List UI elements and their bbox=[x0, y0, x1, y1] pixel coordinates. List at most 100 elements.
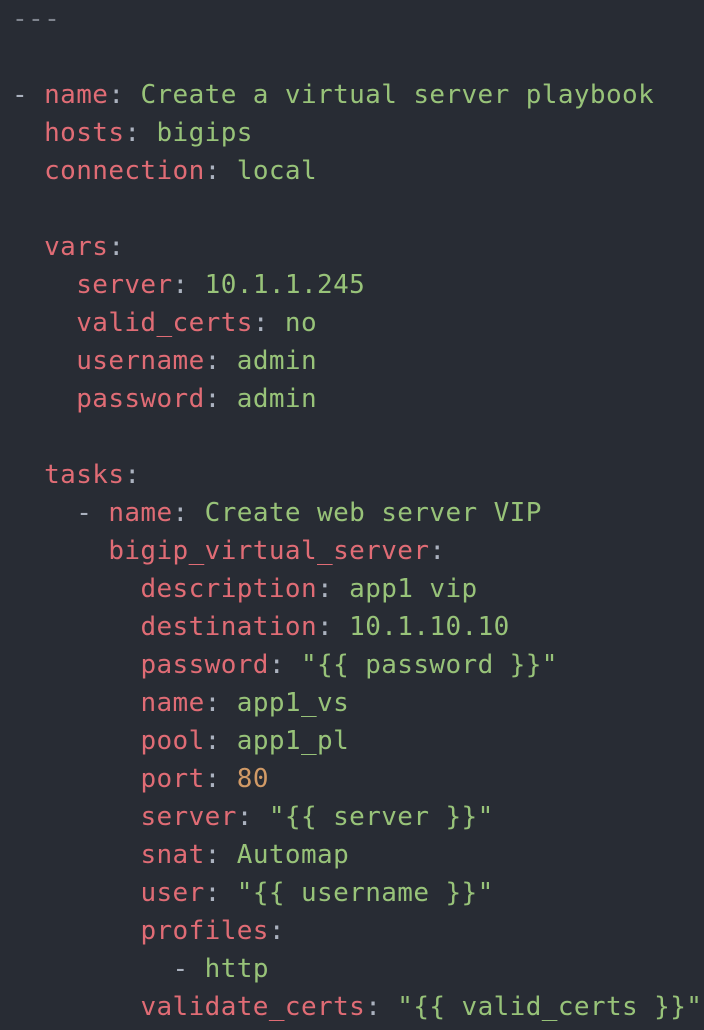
yaml-key: user bbox=[140, 878, 205, 908]
yaml-value: bigips bbox=[156, 118, 253, 148]
yaml-colon: : bbox=[204, 878, 237, 908]
yaml-colon: : bbox=[124, 118, 157, 148]
yaml-key: tasks bbox=[44, 460, 125, 490]
list-item-dash: - bbox=[172, 954, 205, 984]
yaml-key: server bbox=[76, 270, 173, 300]
yaml-key: name bbox=[108, 498, 173, 528]
yaml-value: app1 vip bbox=[349, 574, 478, 604]
yaml-colon: : bbox=[268, 650, 301, 680]
yaml-colon: : bbox=[108, 232, 125, 262]
code-line: port: 80 bbox=[12, 760, 702, 798]
yaml-key: connection bbox=[44, 156, 205, 186]
yaml-key: pool bbox=[140, 726, 205, 756]
code-line: pool: app1_pl bbox=[12, 722, 702, 760]
code-line: name: app1_vs bbox=[12, 684, 702, 722]
yaml-value: local bbox=[236, 156, 318, 186]
code-line: - http bbox=[12, 950, 702, 988]
yaml-key: username bbox=[76, 346, 205, 376]
code-line: destination: 10.1.10.10 bbox=[12, 608, 702, 646]
code-line: tasks: bbox=[12, 456, 702, 494]
yaml-key: password bbox=[76, 384, 205, 414]
code-line: --- bbox=[12, 0, 702, 38]
yaml-key: snat bbox=[140, 840, 205, 870]
code-line: snat: Automap bbox=[12, 836, 702, 874]
yaml-value: "{{ password }}" bbox=[300, 650, 558, 680]
yaml-value: 10.1.10.10 bbox=[349, 612, 510, 642]
yaml-key: description bbox=[140, 574, 318, 604]
yaml-colon: : bbox=[204, 688, 237, 718]
yaml-colon: : bbox=[204, 764, 237, 794]
code-line: password: "{{ password }}" bbox=[12, 646, 702, 684]
yaml-value: "{{ username }}" bbox=[236, 878, 494, 908]
yaml-value: app1_pl bbox=[236, 726, 350, 756]
yaml-colon: : bbox=[268, 916, 285, 946]
yaml-colon: : bbox=[124, 460, 141, 490]
yaml-key: name bbox=[140, 688, 205, 718]
yaml-colon: : bbox=[252, 308, 285, 338]
document-start-marker: --- bbox=[12, 4, 61, 34]
yaml-colon: : bbox=[365, 992, 398, 1022]
code-line: hosts: bigips bbox=[12, 114, 702, 152]
yaml-key: server bbox=[140, 802, 237, 832]
yaml-key: name bbox=[44, 80, 109, 110]
code-line: connection: local bbox=[12, 152, 702, 190]
code-line: description: app1 vip bbox=[12, 570, 702, 608]
yaml-value: Create a virtual server playbook bbox=[140, 80, 655, 110]
yaml-key: vars bbox=[44, 232, 109, 262]
code-line: vars: bbox=[12, 228, 702, 266]
code-line: valid_certs: no bbox=[12, 304, 702, 342]
code-line: server: 10.1.1.245 bbox=[12, 266, 702, 304]
yaml-value: "{{ server }}" bbox=[268, 802, 494, 832]
yaml-value: Automap bbox=[236, 840, 350, 870]
yaml-key: valid_certs bbox=[76, 308, 253, 338]
yaml-key: profiles bbox=[140, 916, 269, 946]
yaml-list-value: http bbox=[204, 954, 269, 984]
yaml-colon: : bbox=[236, 802, 269, 832]
yaml-key: hosts bbox=[44, 118, 125, 148]
yaml-colon: : bbox=[429, 536, 446, 566]
list-item-dash: - bbox=[12, 80, 45, 110]
code-line: server: "{{ server }}" bbox=[12, 798, 702, 836]
code-line: username: admin bbox=[12, 342, 702, 380]
yaml-value: 10.1.1.245 bbox=[204, 270, 366, 300]
yaml-value: no bbox=[284, 308, 318, 338]
yaml-colon: : bbox=[204, 726, 237, 756]
yaml-colon: : bbox=[317, 612, 350, 642]
yaml-value: 80 bbox=[236, 764, 269, 794]
code-line: - name: Create a virtual server playbook bbox=[12, 76, 702, 114]
yaml-value: app1_vs bbox=[236, 688, 350, 718]
yaml-key: destination bbox=[140, 612, 318, 642]
yaml-value: admin bbox=[236, 346, 318, 376]
yaml-colon: : bbox=[108, 80, 141, 110]
yaml-colon: : bbox=[204, 384, 237, 414]
yaml-code-editor[interactable]: --- - name: Create a virtual server playb… bbox=[12, 0, 702, 1026]
yaml-value: Create web server VIP bbox=[204, 498, 542, 528]
yaml-colon: : bbox=[317, 574, 350, 604]
yaml-colon: : bbox=[172, 270, 205, 300]
yaml-key: validate_certs bbox=[140, 992, 366, 1022]
code-line: password: admin bbox=[12, 380, 702, 418]
code-line: validate_certs: "{{ valid_certs }}" bbox=[12, 988, 702, 1026]
